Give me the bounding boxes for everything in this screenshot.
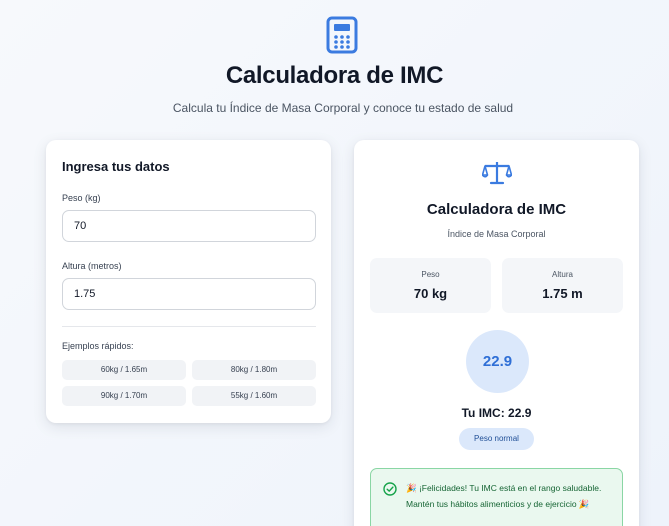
- result-subtitle: Índice de Masa Corporal: [447, 229, 546, 239]
- weight-stat-label: Peso: [421, 270, 440, 279]
- success-message: 🎉 ¡Felicidades! Tu IMC está en el rango …: [370, 468, 623, 526]
- weight-stat: Peso 70 kg: [370, 258, 491, 313]
- example-button-80kg[interactable]: 80kg / 1.80m: [192, 360, 316, 380]
- height-stat-value: 1.75 m: [542, 286, 583, 301]
- example-button-55kg[interactable]: 55kg / 1.60m: [192, 386, 316, 406]
- input-card-title: Ingresa tus datos: [62, 159, 170, 174]
- divider: [62, 326, 316, 327]
- height-label: Altura (metros): [62, 261, 122, 271]
- scale-icon: [482, 162, 512, 185]
- bmi-result-text: Tu IMC: 22.9: [461, 406, 532, 420]
- height-stat-label: Altura: [552, 270, 573, 279]
- success-message-text: 🎉 ¡Felicidades! Tu IMC está en el rango …: [406, 483, 602, 509]
- check-circle-icon: [383, 482, 397, 496]
- height-stat: Altura 1.75 m: [502, 258, 623, 313]
- input-card: Ingresa tus datos Peso (kg) Altura (metr…: [46, 140, 331, 423]
- result-title: Calculadora de IMC: [426, 201, 567, 218]
- weight-input[interactable]: [62, 210, 316, 242]
- result-card: Calculadora de IMC Índice de Masa Corpor…: [354, 140, 639, 526]
- page-title: Calculadora de IMC: [225, 62, 444, 89]
- height-input[interactable]: [62, 278, 316, 310]
- bmi-value: 22.9: [482, 353, 513, 370]
- weight-stat-value: 70 kg: [413, 286, 448, 301]
- calculator-icon: [326, 16, 358, 54]
- examples-label: Ejemplos rápidos:: [62, 341, 134, 351]
- bmi-category-badge: Peso normal: [459, 428, 534, 450]
- example-button-60kg[interactable]: 60kg / 1.65m: [62, 360, 186, 380]
- example-button-90kg[interactable]: 90kg / 1.70m: [62, 386, 186, 406]
- weight-label: Peso (kg): [62, 193, 101, 203]
- page-subtitle: Calcula tu Índice de Masa Corporal y con…: [172, 101, 514, 115]
- bmi-circle: 22.9: [466, 330, 529, 393]
